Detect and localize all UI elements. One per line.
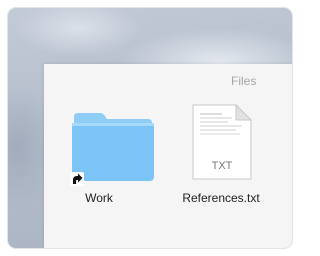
screenshot-frame: Files Work TXT References.txt — [8, 8, 292, 248]
text-document-icon: TXT — [192, 104, 252, 180]
references-txt-item[interactable]: TXT References.txt — [176, 64, 266, 214]
alias-arrow-icon — [70, 172, 84, 186]
folder-icon — [70, 113, 154, 181]
work-folder-item[interactable]: Work — [54, 64, 154, 214]
item-label: References.txt — [182, 191, 260, 205]
finder-window: Files Work TXT References.txt — [44, 64, 292, 248]
item-label: Work — [85, 191, 113, 205]
file-type-badge: TXT — [211, 160, 233, 172]
